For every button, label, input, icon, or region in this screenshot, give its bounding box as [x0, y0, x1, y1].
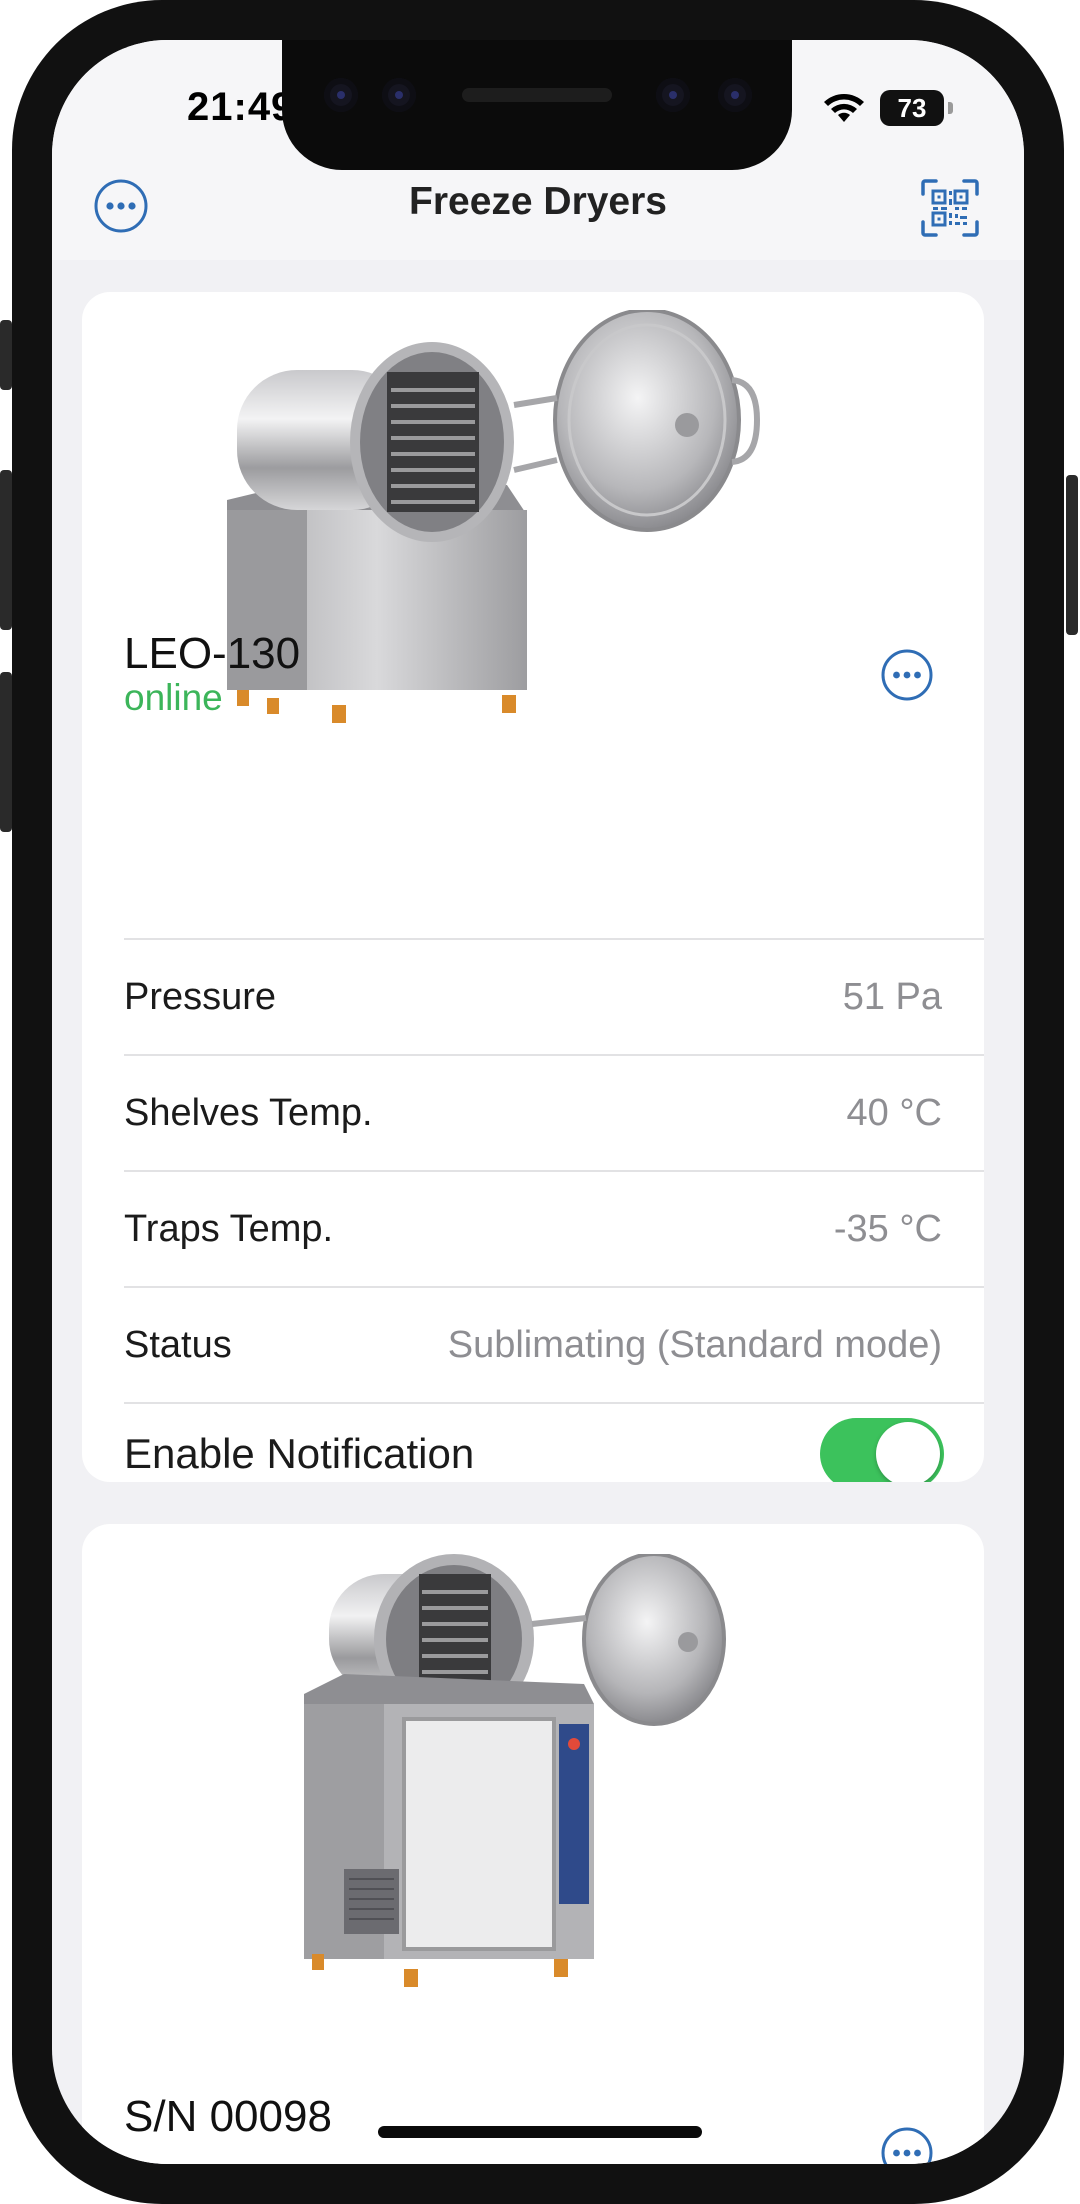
row-label: Traps Temp. [124, 1208, 334, 1250]
pressure-row: Pressure 51 Pa [124, 938, 984, 1056]
row-value: 51 Pa [842, 976, 942, 1018]
device-more-icon[interactable] [880, 2126, 934, 2164]
row-label: Status [124, 1324, 232, 1366]
notification-toggle[interactable] [820, 1418, 944, 1482]
freeze-dryer-image [227, 310, 761, 723]
traps-temp-row: Traps Temp. -35 °C [124, 1170, 984, 1288]
row-value: 40 °C [846, 1092, 942, 1134]
freeze-dryer-image [304, 1554, 726, 1987]
device-name: LEO-130 [124, 629, 301, 678]
dynamic-island [282, 40, 792, 170]
toggle-knob [876, 1422, 940, 1482]
row-label: Pressure [124, 976, 277, 1018]
camera-icon [718, 78, 752, 112]
battery-indicator: 73 [880, 90, 944, 126]
shelves-temp-row: Shelves Temp. 40 °C [124, 1054, 984, 1172]
device-card[interactable]: S/N 00098 [82, 1524, 984, 2164]
page-title: Freeze Dryers [409, 180, 667, 223]
device-status: online [124, 677, 223, 718]
sensor-icon [382, 78, 416, 112]
sensor-icon [324, 78, 358, 112]
earpiece-speaker [462, 88, 612, 102]
action-button [0, 320, 12, 390]
row-value: Sublimating (Standard mode) [447, 1324, 942, 1366]
power-button [1066, 475, 1078, 635]
row-label: Shelves Temp. [124, 1092, 373, 1134]
volume-down-button [0, 672, 12, 832]
notification-label: Enable Notification [124, 1430, 475, 1477]
notification-row: Enable Notification [124, 1402, 984, 1482]
sensor-icon [656, 78, 690, 112]
device-more-icon[interactable] [880, 648, 934, 702]
volume-up-button [0, 470, 12, 630]
navigation-bar: 21:49 73 Freeze Dryers [52, 40, 1024, 260]
phone-frame: 21:49 73 Freeze Dryers LEO-130 online Pr… [12, 0, 1064, 2204]
device-name: S/N 00098 [124, 2092, 332, 2141]
device-card[interactable]: LEO-130 online Pressure 51 Pa Shelves Te… [82, 292, 984, 1482]
battery-level: 73 [897, 92, 927, 123]
app-screen: 21:49 73 Freeze Dryers LEO-130 online Pr… [52, 40, 1024, 2164]
qr-scan-icon[interactable] [920, 178, 980, 238]
row-value: -35 °C [833, 1208, 942, 1250]
wifi-icon [824, 94, 864, 122]
battery-tip [948, 102, 953, 114]
home-indicator[interactable] [378, 2126, 702, 2138]
status-row: Status Sublimating (Standard mode) [124, 1286, 984, 1404]
status-time: 21:49 [187, 85, 295, 129]
